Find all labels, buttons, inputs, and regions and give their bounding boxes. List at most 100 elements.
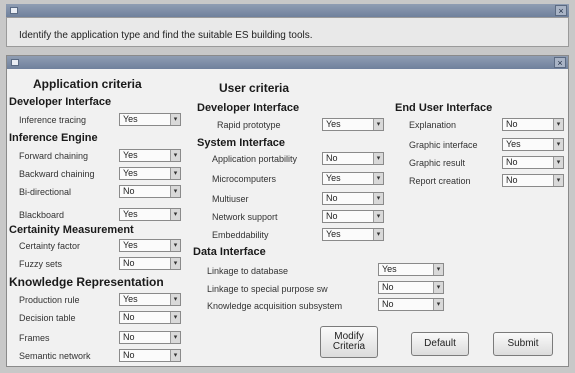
chevron-down-icon[interactable]: ▾ <box>373 193 383 204</box>
chevron-down-icon[interactable]: ▾ <box>170 294 180 305</box>
chevron-down-icon[interactable]: ▾ <box>170 168 180 179</box>
chevron-down-icon[interactable]: ▾ <box>373 153 383 164</box>
embeddability-label: Embeddability <box>212 230 269 240</box>
dialog-icon <box>11 59 19 66</box>
linkage-to-database-label: Linkage to database <box>207 266 289 276</box>
linkage-special-purpose-label: Linkage to special purpose sw <box>207 284 328 294</box>
outer-close-icon[interactable]: × <box>555 5 567 16</box>
graphic-result-select[interactable]: No ▾ <box>502 156 564 169</box>
bi-directional-label: Bi-directional <box>19 187 72 197</box>
inference-engine-title: Inference Engine <box>9 132 98 144</box>
microcomputers-label: Microcomputers <box>212 174 277 184</box>
chevron-down-icon[interactable]: ▾ <box>553 119 563 130</box>
application-portability-value: No <box>326 153 338 163</box>
chevron-down-icon[interactable]: ▾ <box>170 186 180 197</box>
linkage-to-database-value: Yes <box>382 264 397 274</box>
chevron-down-icon[interactable]: ▾ <box>433 299 443 310</box>
backward-chaining-select[interactable]: Yes ▾ <box>119 167 181 180</box>
submit-button-label: Submit <box>507 338 539 349</box>
report-creation-select[interactable]: No ▾ <box>502 174 564 187</box>
instruction-message: Identify the application type and find t… <box>19 30 313 41</box>
chevron-down-icon[interactable]: ▾ <box>170 350 180 361</box>
application-portability-select[interactable]: No ▾ <box>322 152 384 165</box>
linkage-to-database-select[interactable]: Yes ▾ <box>378 263 444 276</box>
system-interface-title: System Interface <box>197 137 286 149</box>
modify-criteria-label-2: Criteria <box>332 341 366 352</box>
inference-tracing-select[interactable]: Yes ▾ <box>119 113 181 126</box>
chevron-down-icon[interactable]: ▾ <box>170 258 180 269</box>
blackboard-select[interactable]: Yes ▾ <box>119 208 181 221</box>
chevron-down-icon[interactable]: ▾ <box>170 332 180 343</box>
report-creation-label: Report creation <box>409 176 471 186</box>
inference-tracing-value: Yes <box>123 114 138 124</box>
embeddability-select[interactable]: Yes ▾ <box>322 228 384 241</box>
graphic-interface-select[interactable]: Yes ▾ <box>502 138 564 151</box>
decision-table-select[interactable]: No ▾ <box>119 311 181 324</box>
chevron-down-icon[interactable]: ▾ <box>433 264 443 275</box>
frames-label: Frames <box>19 333 50 343</box>
rapid-prototype-value: Yes <box>326 119 341 129</box>
fuzzy-sets-select[interactable]: No ▾ <box>119 257 181 270</box>
frames-select[interactable]: No ▾ <box>119 331 181 344</box>
chevron-down-icon[interactable]: ▾ <box>553 139 563 150</box>
explanation-select[interactable]: No ▾ <box>502 118 564 131</box>
graphic-interface-label: Graphic interface <box>409 140 478 150</box>
semantic-network-select[interactable]: No ▾ <box>119 349 181 362</box>
fuzzy-sets-label: Fuzzy sets <box>19 259 63 269</box>
outer-message-area: Identify the application type and find t… <box>6 17 569 47</box>
knowledge-acquisition-value: No <box>382 299 394 309</box>
modify-criteria-button[interactable]: Modify Criteria <box>320 326 378 358</box>
chevron-down-icon[interactable]: ▾ <box>170 114 180 125</box>
production-rule-select[interactable]: Yes ▾ <box>119 293 181 306</box>
microcomputers-value: Yes <box>326 173 341 183</box>
decision-table-value: No <box>123 312 135 322</box>
outer-window-titlebar: × <box>6 4 569 17</box>
graphic-result-value: No <box>506 157 518 167</box>
inference-tracing-label: Inference tracing <box>19 115 87 125</box>
graphic-interface-value: Yes <box>506 139 521 149</box>
linkage-special-purpose-select[interactable]: No ▾ <box>378 281 444 294</box>
semantic-network-label: Semantic network <box>19 351 91 361</box>
screen: × Identify the application type and find… <box>0 0 575 373</box>
rapid-prototype-label: Rapid prototype <box>217 120 281 130</box>
user-criteria-heading: User criteria <box>219 81 290 95</box>
chevron-down-icon[interactable]: ▾ <box>373 211 383 222</box>
microcomputers-select[interactable]: Yes ▾ <box>322 172 384 185</box>
chevron-down-icon[interactable]: ▾ <box>170 240 180 251</box>
network-support-value: No <box>326 211 338 221</box>
multiuser-value: No <box>326 193 338 203</box>
multiuser-select[interactable]: No ▾ <box>322 192 384 205</box>
certainity-measurement-title: Certainity Measurement <box>9 224 134 236</box>
network-support-select[interactable]: No ▾ <box>322 210 384 223</box>
chevron-down-icon[interactable]: ▾ <box>433 282 443 293</box>
chevron-down-icon[interactable]: ▾ <box>170 312 180 323</box>
rapid-prototype-select[interactable]: Yes ▾ <box>322 118 384 131</box>
multiuser-label: Multiuser <box>212 194 249 204</box>
default-button[interactable]: Default <box>411 332 469 356</box>
bi-directional-value: No <box>123 186 135 196</box>
chevron-down-icon[interactable]: ▾ <box>373 173 383 184</box>
technical-criteria-dialog: × Application criteria User criteria Dev… <box>6 55 569 367</box>
bi-directional-select[interactable]: No ▾ <box>119 185 181 198</box>
end-user-interface-title: End User Interface <box>395 102 493 114</box>
forward-chaining-select[interactable]: Yes ▾ <box>119 149 181 162</box>
chevron-down-icon[interactable]: ▾ <box>373 229 383 240</box>
chevron-down-icon[interactable]: ▾ <box>373 119 383 130</box>
chevron-down-icon[interactable]: ▾ <box>170 150 180 161</box>
knowledge-representation-title: Knowledge Representation <box>9 275 164 289</box>
submit-button[interactable]: Submit <box>493 332 553 356</box>
blackboard-value: Yes <box>123 209 138 219</box>
certainty-factor-select[interactable]: Yes ▾ <box>119 239 181 252</box>
application-criteria-heading: Application criteria <box>33 77 142 91</box>
graphic-result-label: Graphic result <box>409 158 466 168</box>
chevron-down-icon[interactable]: ▾ <box>170 209 180 220</box>
production-rule-value: Yes <box>123 294 138 304</box>
embeddability-value: Yes <box>326 229 341 239</box>
knowledge-acquisition-select[interactable]: No ▾ <box>378 298 444 311</box>
app-icon <box>10 7 18 14</box>
frames-value: No <box>123 332 135 342</box>
chevron-down-icon[interactable]: ▾ <box>553 175 563 186</box>
dialog-close-icon[interactable]: × <box>554 57 566 68</box>
chevron-down-icon[interactable]: ▾ <box>553 157 563 168</box>
production-rule-label: Production rule <box>19 295 80 305</box>
